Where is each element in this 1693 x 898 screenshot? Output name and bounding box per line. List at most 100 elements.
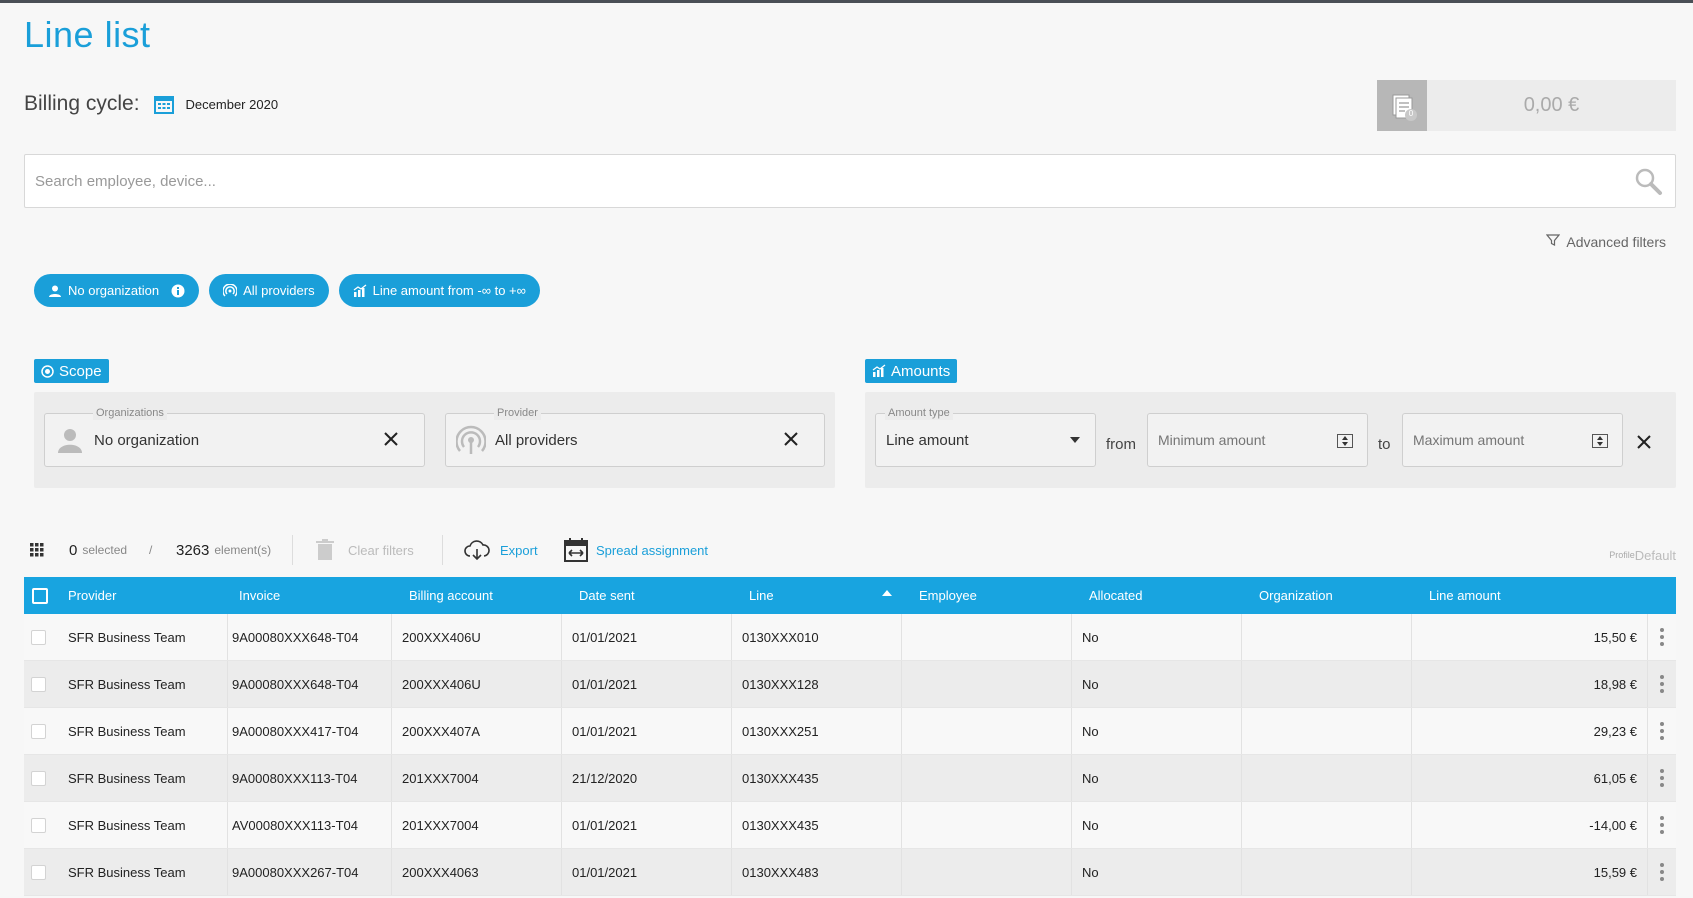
minimum-amount-input[interactable]: [1148, 432, 1328, 448]
row-menu-icon[interactable]: [1648, 802, 1676, 848]
row-checkbox[interactable]: [31, 677, 46, 692]
cell-allocated: No: [1072, 708, 1242, 754]
amounts-title: Amounts: [891, 362, 951, 380]
cell-amount: 15,59 €: [1412, 849, 1648, 895]
organizations-field[interactable]: Organizations No organization: [44, 406, 425, 467]
cell-account: 200XXX406U: [392, 661, 562, 707]
cell-line: 0130XXX010: [732, 614, 902, 660]
cell-amount: -14,00 €: [1412, 802, 1648, 848]
cell-allocated: No: [1072, 755, 1242, 801]
table-row[interactable]: SFR Business Team 9A00080XXX648-T04 200XXX…: [24, 661, 1676, 708]
column-header-line[interactable]: Line: [749, 577, 774, 614]
cell-employee: [902, 708, 1072, 754]
cell-organization: [1242, 755, 1412, 801]
cell-date: 01/01/2021: [562, 661, 732, 707]
row-menu-icon[interactable]: [1648, 708, 1676, 754]
export-button[interactable]: Export: [464, 535, 538, 565]
organizations-legend: Organizations: [93, 406, 167, 420]
cell-date: 01/01/2021: [562, 849, 732, 895]
cell-provider: SFR Business Team: [58, 755, 228, 801]
row-checkbox[interactable]: [31, 771, 46, 786]
selected-label: selected: [82, 543, 128, 557]
trash-icon: [316, 539, 334, 560]
cell-date: 01/01/2021: [562, 708, 732, 754]
chip-providers[interactable]: All providers: [209, 274, 329, 307]
column-header-allocated[interactable]: Allocated: [1089, 577, 1142, 614]
scope-section-title: Scope: [34, 359, 109, 383]
elements-label: element(s): [214, 543, 272, 557]
table-row[interactable]: SFR Business Team 9A00080XXX113-T04 201XXX…: [24, 755, 1676, 802]
sort-asc-icon[interactable]: [882, 590, 892, 596]
table-row[interactable]: SFR Business Team AV00080XXX113-T04 201XXX…: [24, 802, 1676, 849]
amount-type-select[interactable]: Amount type Line amount: [875, 406, 1096, 467]
cell-invoice: AV00080XXX113-T04: [222, 802, 392, 848]
column-header-invoice[interactable]: Invoice: [239, 577, 280, 614]
clear-provider-icon[interactable]: [782, 430, 800, 448]
chevron-down-icon: [1070, 437, 1080, 443]
cell-provider: SFR Business Team: [58, 661, 228, 707]
clear-organizations-icon[interactable]: [382, 430, 400, 448]
cell-organization: [1242, 849, 1412, 895]
search-input[interactable]: [25, 172, 1633, 190]
chart-icon: [353, 283, 366, 297]
chart-icon: [872, 364, 886, 377]
cell-allocated: No: [1072, 614, 1242, 660]
advanced-filters-button[interactable]: Advanced filters: [1546, 233, 1666, 250]
cell-invoice: 9A00080XXX417-T04: [222, 708, 392, 754]
cell-organization: [1242, 614, 1412, 660]
row-menu-icon[interactable]: [1648, 614, 1676, 660]
row-checkbox[interactable]: [31, 865, 46, 880]
spread-assignment-label: Spread assignment: [596, 542, 709, 558]
cell-provider: SFR Business Team: [58, 849, 228, 895]
column-header-billing-account[interactable]: Billing account: [409, 577, 493, 614]
maximum-amount-field[interactable]: [1402, 413, 1623, 467]
grid-menu-icon[interactable]: [30, 535, 44, 565]
row-checkbox[interactable]: [31, 818, 46, 833]
table-body: SFR Business Team 9A00080XXX648-T04 200XXX…: [24, 614, 1676, 896]
filter-icon: [1546, 233, 1561, 250]
minimum-amount-field[interactable]: [1147, 413, 1368, 467]
table-row[interactable]: SFR Business Team 9A00080XXX417-T04 200XXX…: [24, 708, 1676, 755]
maximum-amount-input[interactable]: [1403, 432, 1583, 448]
scope-icon: [41, 364, 54, 378]
column-header-provider[interactable]: Provider: [68, 577, 116, 614]
cell-invoice: 9A00080XXX267-T04: [222, 849, 392, 895]
stepper-icon[interactable]: [1592, 434, 1608, 448]
export-label: Export: [500, 542, 538, 558]
clear-filters-button[interactable]: Clear filters: [316, 535, 414, 565]
cell-allocated: No: [1072, 661, 1242, 707]
table-row[interactable]: SFR Business Team 9A00080XXX648-T04 200XXX…: [24, 614, 1676, 661]
scope-title: Scope: [59, 362, 102, 380]
cell-line: 0130XXX435: [732, 755, 902, 801]
select-all-checkbox[interactable]: [32, 588, 48, 604]
column-header-organization[interactable]: Organization: [1259, 577, 1333, 614]
amount-type-legend: Amount type: [885, 406, 953, 420]
row-menu-icon[interactable]: [1648, 849, 1676, 895]
top-border: [0, 0, 1693, 3]
row-menu-icon[interactable]: [1648, 661, 1676, 707]
invoices-icon: 0: [1377, 80, 1427, 131]
info-icon[interactable]: [171, 284, 185, 298]
row-checkbox[interactable]: [31, 724, 46, 739]
cloud-download-icon: [464, 540, 490, 560]
cell-amount: 29,23 €: [1412, 708, 1648, 754]
column-header-date-sent[interactable]: Date sent: [579, 577, 635, 614]
provider-field[interactable]: Provider All providers: [445, 406, 825, 467]
clear-amounts-icon[interactable]: [1635, 433, 1653, 451]
row-menu-icon[interactable]: [1648, 755, 1676, 801]
calendar-icon[interactable]: [153, 94, 174, 114]
column-header-employee[interactable]: Employee: [919, 577, 977, 614]
spread-assignment-button[interactable]: Spread assignment: [564, 535, 708, 565]
row-checkbox[interactable]: [31, 630, 46, 645]
chip-line-amount[interactable]: Line amount from -∞ to +∞: [338, 274, 540, 307]
billing-cycle-value[interactable]: December 2020: [186, 97, 279, 112]
column-header-line-amount[interactable]: Line amount: [1429, 577, 1501, 614]
table-row[interactable]: SFR Business Team 9A00080XXX267-T04 200XXX…: [24, 849, 1676, 896]
profile-selector[interactable]: Profile Default: [1609, 541, 1676, 571]
toolbar-divider: [292, 535, 293, 565]
advanced-filters-label: Advanced filters: [1566, 233, 1666, 250]
cell-invoice: 9A00080XXX648-T04: [222, 661, 392, 707]
stepper-icon[interactable]: [1337, 434, 1353, 448]
search-icon[interactable]: [1633, 166, 1663, 196]
chip-organization[interactable]: No organization: [34, 274, 200, 307]
